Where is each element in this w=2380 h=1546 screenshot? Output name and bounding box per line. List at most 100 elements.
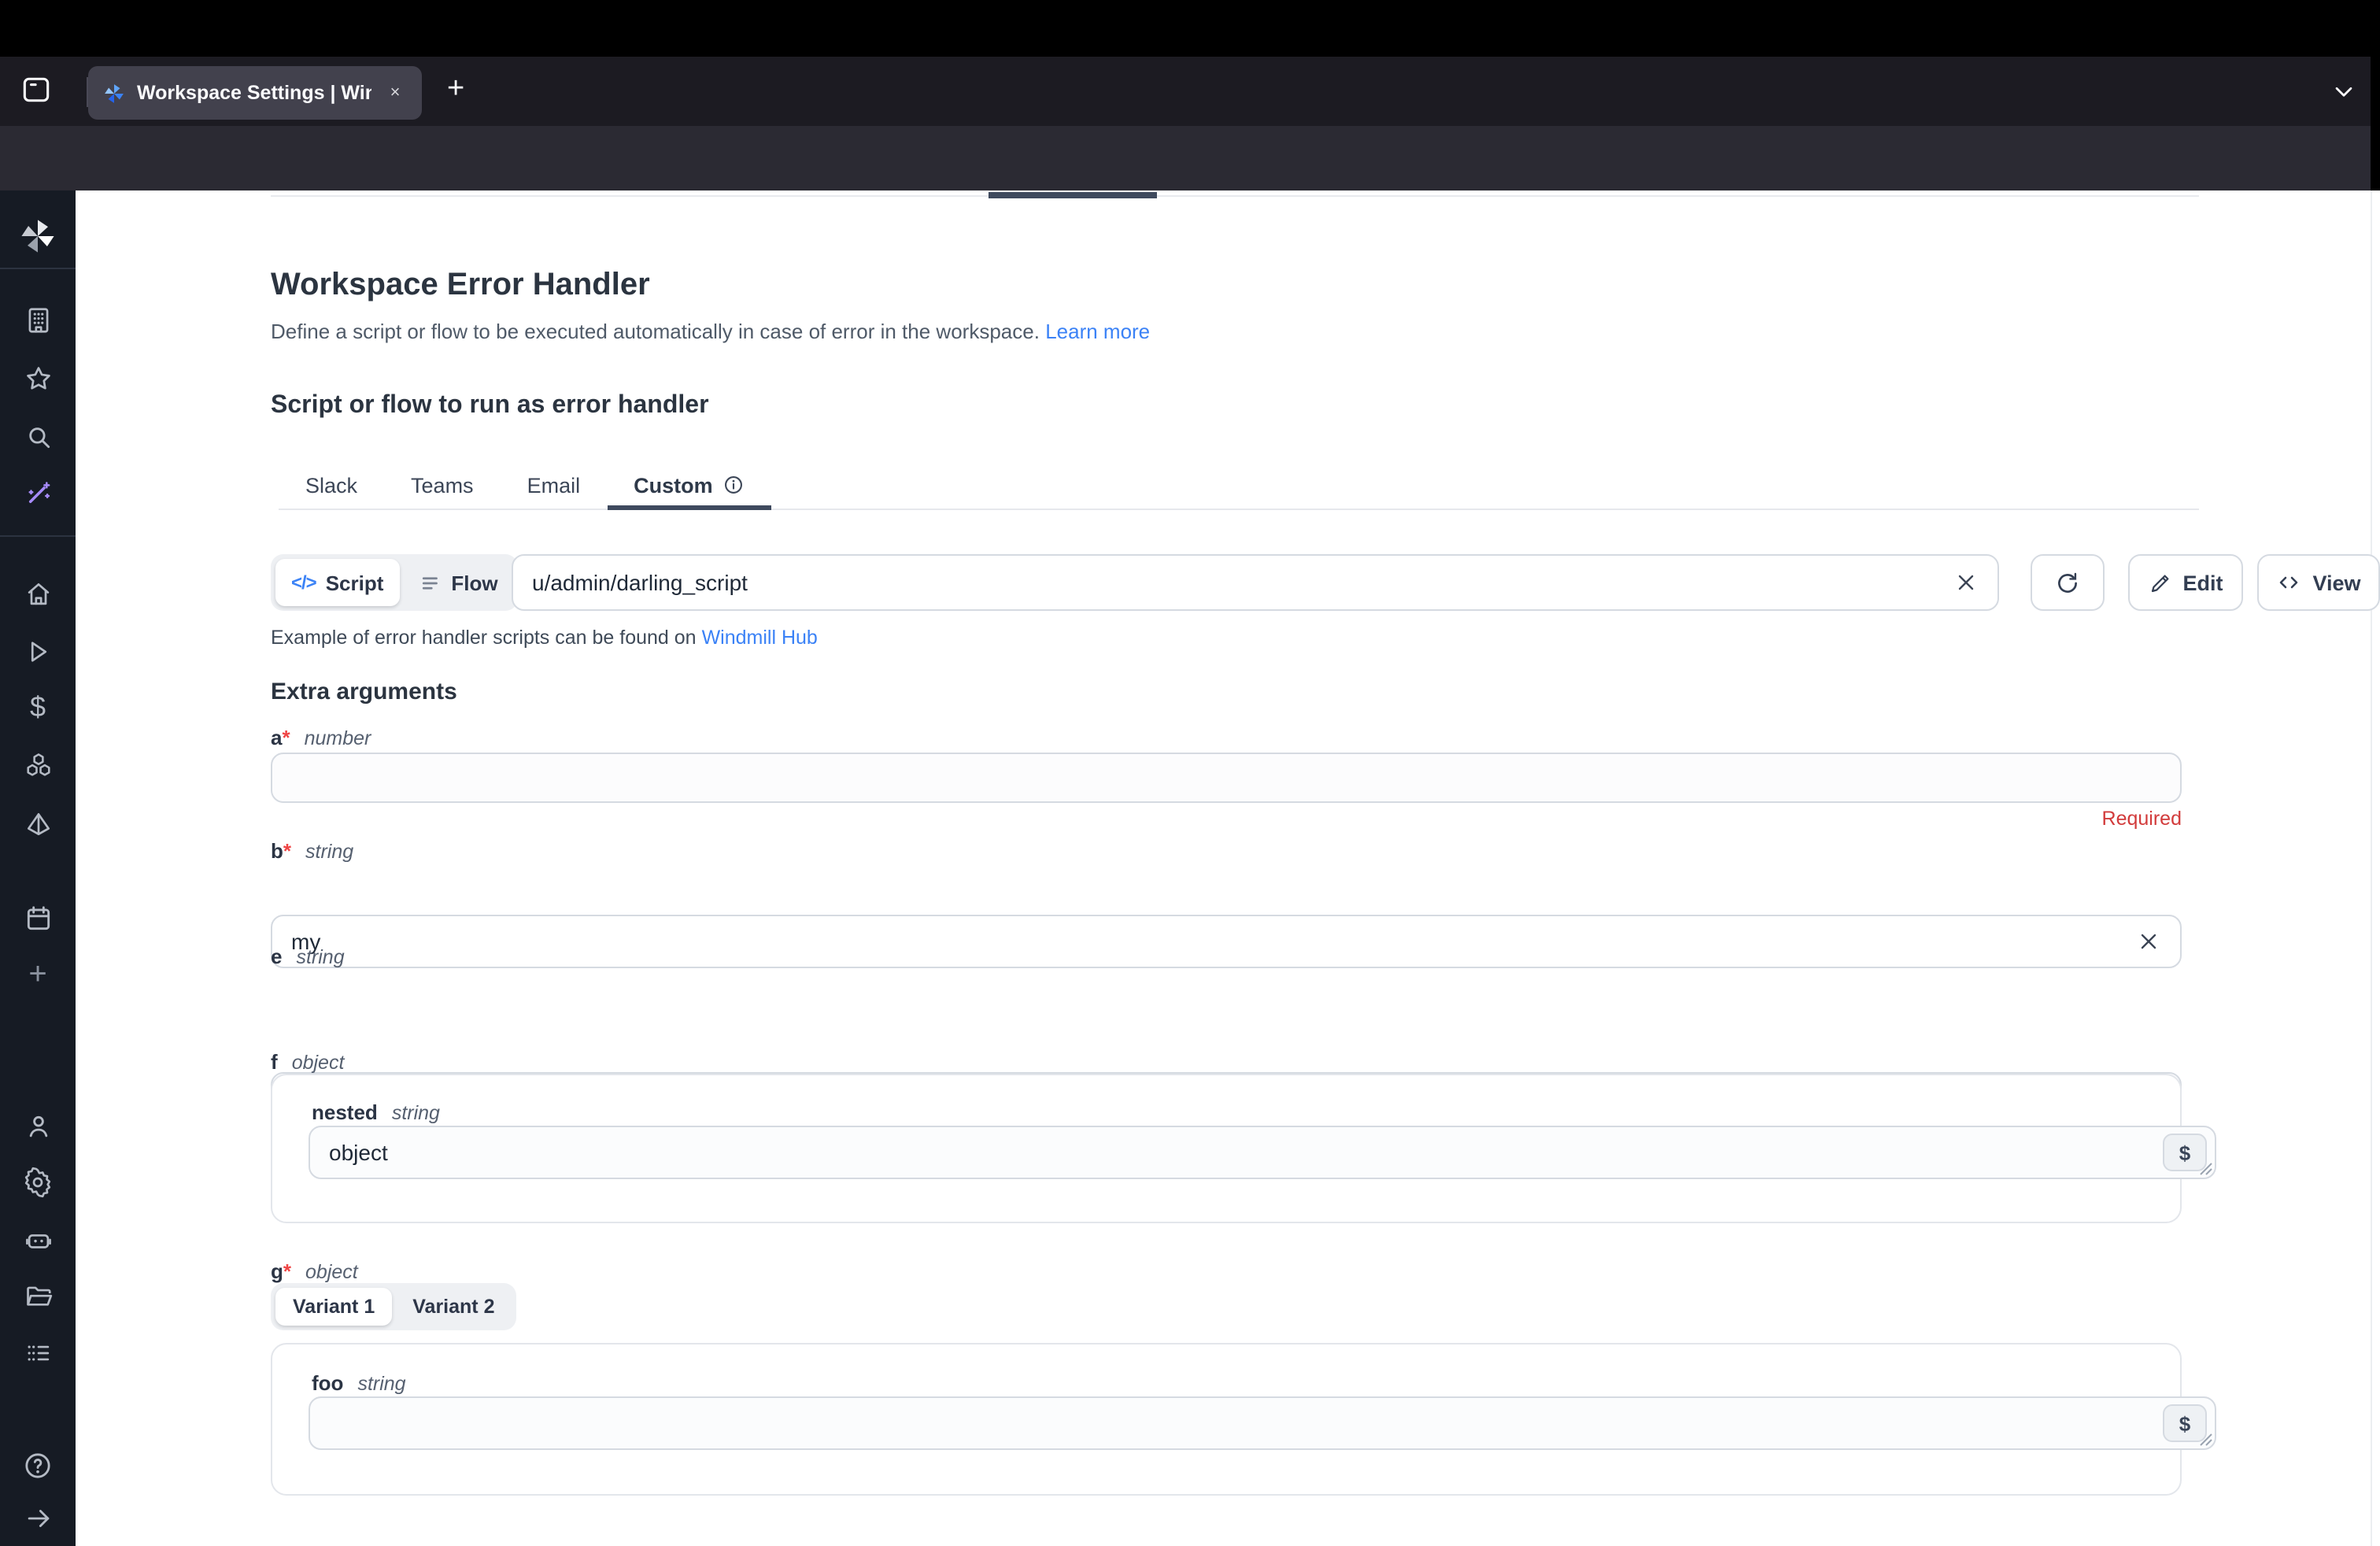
sidebar-item-triggers-prism-icon[interactable]: [0, 800, 76, 847]
required-asterisk: *: [283, 839, 291, 863]
field-foo-input-wrap: $: [309, 1396, 2216, 1450]
script-path-input[interactable]: [532, 570, 1953, 595]
hub-note-text: Example of error handler scripts can be …: [271, 627, 697, 649]
field-a-input[interactable]: [291, 765, 2161, 790]
field-a-name: a: [271, 726, 282, 749]
section-heading: Script or flow to run as error handler: [271, 392, 709, 420]
clear-b-icon[interactable]: [2136, 929, 2161, 954]
toggle-script-label: Script: [326, 571, 384, 594]
page-title: Workspace Error Handler: [271, 268, 650, 304]
field-a-label: a* number: [271, 726, 371, 749]
sidebar-item-workers-robot-icon[interactable]: [0, 1215, 76, 1263]
browser-sidebar-toggle-icon[interactable]: [19, 72, 54, 107]
field-f-type: object: [292, 1052, 345, 1074]
field-g-label: g* object: [271, 1259, 358, 1283]
field-f-name: f: [271, 1050, 278, 1074]
window-edge: [2371, 57, 2380, 190]
script-flow-toggle: </> Script Flow: [271, 554, 519, 611]
field-b-input-wrap: [271, 915, 2182, 968]
tab-slack[interactable]: Slack: [279, 461, 384, 509]
field-nested-label: nestedstring: [312, 1100, 440, 1124]
resize-grip[interactable]: [2199, 1162, 2213, 1176]
toggle-script[interactable]: </> Script: [275, 559, 399, 606]
info-icon: [722, 474, 745, 496]
sidebar-item-help-icon[interactable]: [0, 1442, 76, 1489]
field-b-label: b*string: [271, 839, 353, 863]
sidebar-item-variables-dollar-icon[interactable]: $: [0, 683, 76, 730]
edit-button[interactable]: Edit: [2128, 554, 2243, 611]
field-foo-name: foo: [312, 1371, 343, 1395]
field-g-type: object: [305, 1261, 358, 1283]
tab-custom-label: Custom: [634, 473, 713, 497]
browser-tab[interactable]: Workspace Settings | Windmill ×: [88, 66, 422, 120]
browser-tab-strip: Workspace Settings | Windmill × +: [0, 57, 2380, 126]
sidebar-item-user-icon[interactable]: [0, 1102, 76, 1149]
field-foo-input[interactable]: [329, 1411, 2196, 1436]
field-e-name: e: [271, 945, 282, 968]
variant-1-button[interactable]: Variant 1: [275, 1288, 392, 1326]
sidebar-divider: [0, 268, 76, 269]
field-nested-input[interactable]: [329, 1140, 2196, 1165]
field-a-type: number: [305, 727, 371, 749]
flow-icon: [418, 571, 442, 594]
resize-grip[interactable]: [2199, 1433, 2213, 1447]
refresh-button[interactable]: [2031, 554, 2105, 611]
variant-2-button[interactable]: Variant 2: [395, 1288, 512, 1326]
handler-type-tabs: Slack Teams Email Custom: [279, 461, 2199, 510]
field-g-name: g: [271, 1259, 283, 1283]
tab-close-icon[interactable]: ×: [382, 80, 408, 105]
field-nested-input-wrap: $: [309, 1126, 2216, 1179]
new-tab-button[interactable]: +: [447, 72, 464, 107]
toggle-flow[interactable]: Flow: [402, 559, 513, 606]
field-e-type: string: [296, 946, 344, 968]
sidebar-divider: [0, 535, 76, 537]
refresh-icon: [2054, 569, 2081, 596]
field-foo-type: string: [357, 1373, 405, 1395]
script-path-field[interactable]: [512, 554, 1999, 611]
view-label: View: [2312, 571, 2360, 594]
field-foo-label: foo string: [312, 1371, 406, 1395]
edit-label: Edit: [2183, 571, 2223, 594]
page-subtitle-text: Define a script or flow to be executed a…: [271, 320, 1040, 343]
list-tabs-chevron-icon[interactable]: [2330, 77, 2358, 105]
sidebar-item-search-icon[interactable]: [0, 412, 76, 460]
scrollbar-track[interactable]: [2371, 190, 2372, 1546]
sidebar-item-add-plus-icon[interactable]: +: [0, 951, 76, 998]
required-asterisk: *: [282, 726, 290, 749]
field-b-type: string: [305, 841, 353, 863]
field-f-label: fobject: [271, 1050, 344, 1074]
windmill-hub-link[interactable]: Windmill Hub: [702, 627, 818, 649]
sidebar-item-settings-gear-icon[interactable]: [0, 1159, 76, 1206]
sidebar-item-schedules-calendar-icon[interactable]: [0, 894, 76, 941]
required-asterisk: *: [283, 1259, 291, 1283]
field-nested-name: nested: [312, 1100, 378, 1124]
tab-teams[interactable]: Teams: [384, 461, 501, 509]
sidebar-item-folders-icon[interactable]: [0, 1272, 76, 1319]
page-subtitle: Define a script or flow to be executed a…: [271, 320, 1150, 343]
windmill-logo-icon[interactable]: [0, 213, 76, 260]
tab-custom[interactable]: Custom: [607, 461, 771, 509]
field-f-object-box: nestedstring $: [271, 1074, 2182, 1223]
view-button[interactable]: View: [2257, 554, 2380, 611]
settings-content: Workspace Error Handler Define a script …: [76, 190, 2380, 1546]
sidebar-item-workspace[interactable]: [0, 296, 76, 343]
sidebar-item-favorites[interactable]: [0, 354, 76, 401]
sidebar-item-audit-logs-list-icon[interactable]: [0, 1329, 76, 1376]
extra-arguments-heading: Extra arguments: [271, 679, 457, 705]
field-b-input[interactable]: [291, 929, 2136, 954]
field-g-object-box: foostring $: [271, 1343, 2182, 1496]
sidebar-expand-arrow-icon[interactable]: [0, 1494, 76, 1541]
sidebar-item-ai-wand-icon[interactable]: [0, 469, 76, 516]
code-icon: </>: [291, 571, 316, 594]
window-titlebar: [0, 0, 2380, 57]
toggle-flow-label: Flow: [451, 571, 497, 594]
view-code-icon: [2276, 570, 2301, 595]
clear-path-icon[interactable]: [1953, 570, 1979, 595]
tab-email[interactable]: Email: [501, 461, 608, 509]
sidebar-item-runs-play-icon[interactable]: [0, 628, 76, 675]
settings-active-tab-underline: [989, 192, 1157, 198]
pencil-icon: [2149, 571, 2172, 594]
sidebar-item-resources-cubes-icon[interactable]: [0, 742, 76, 789]
learn-more-link[interactable]: Learn more: [1045, 320, 1150, 343]
sidebar-item-home-icon[interactable]: [0, 570, 76, 617]
